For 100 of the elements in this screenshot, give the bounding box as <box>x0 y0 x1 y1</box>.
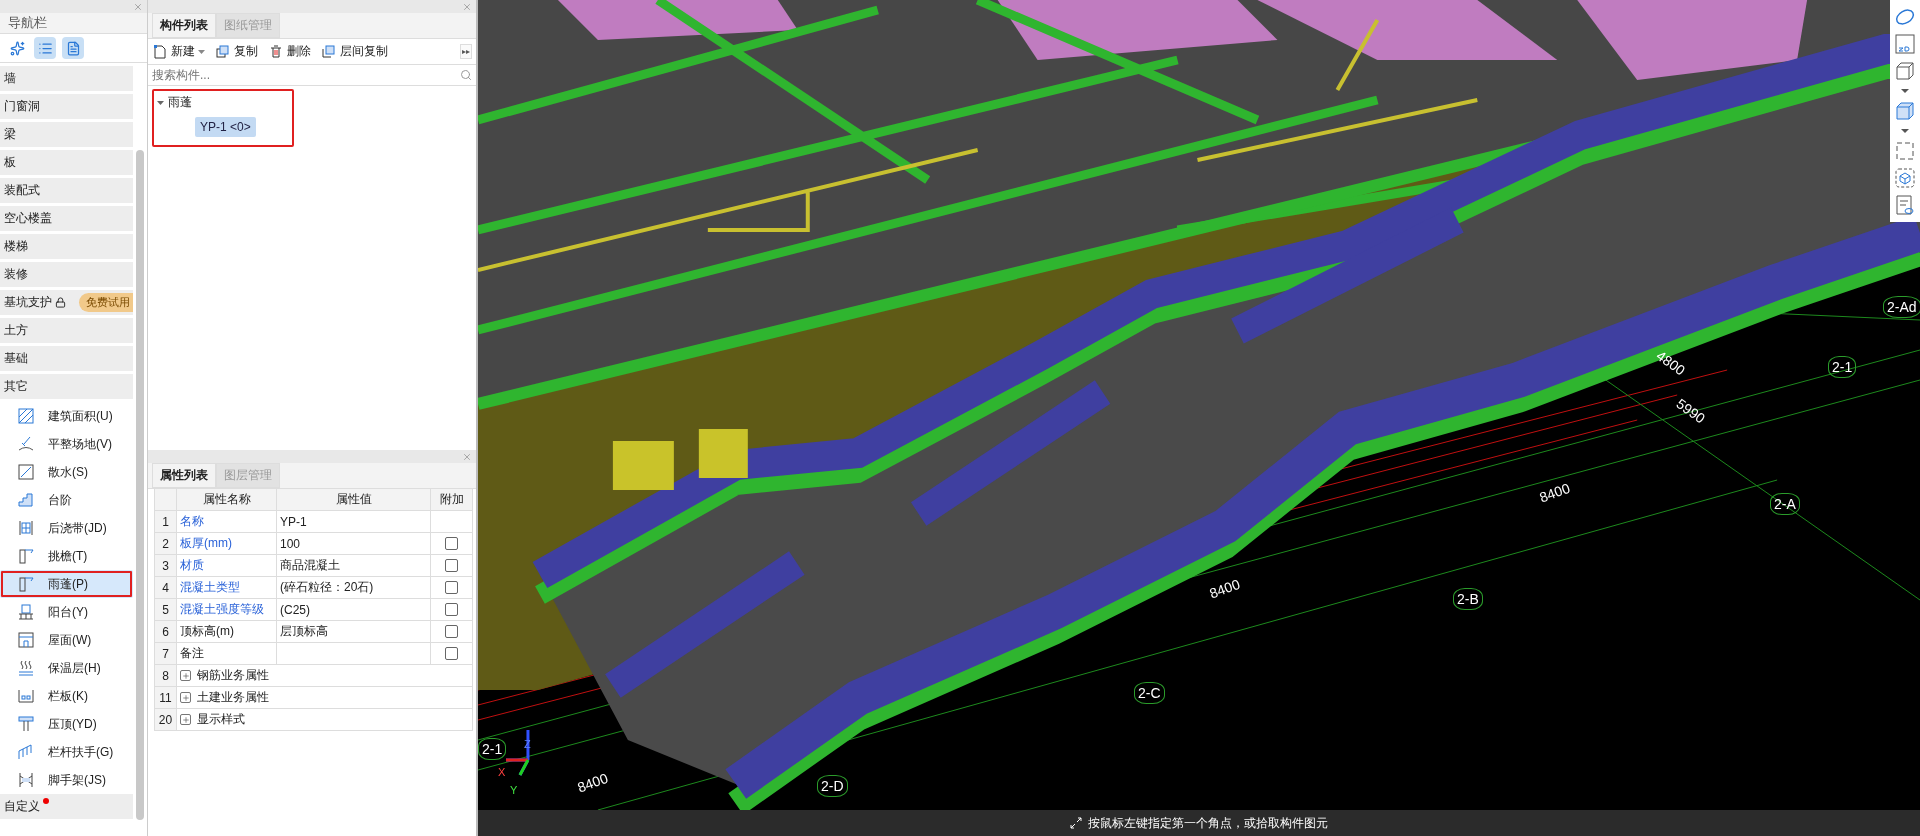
heat-waves-icon <box>16 658 36 678</box>
category-header[interactable]: 空心楼盖 <box>0 206 133 231</box>
status-text: 按鼠标左键指定第一个角点，或拾取构件图元 <box>1088 814 1328 832</box>
cube-icon <box>1894 100 1916 122</box>
category-label: 楼梯 <box>4 238 28 255</box>
trial-badge[interactable]: 免费试用 <box>79 293 133 312</box>
balcony-icon <box>16 602 36 622</box>
property-value[interactable]: (C25) <box>277 599 431 621</box>
category-label: 其它 <box>4 378 28 395</box>
list-icon <box>37 40 53 56</box>
toolbar-button[interactable]: 层间复制 <box>321 43 388 60</box>
storefront-icon <box>16 630 36 650</box>
column-header: 属性值 <box>277 489 431 511</box>
category-label: 板 <box>4 154 16 171</box>
axis-label: 2-D <box>817 775 848 797</box>
property-group[interactable]: 显示样式 <box>177 709 473 731</box>
category-header[interactable]: 板 <box>0 150 133 175</box>
property-value[interactable]: (碎石粒径：20石) <box>277 577 431 599</box>
scrollbar[interactable] <box>136 150 144 820</box>
row-number: 11 <box>155 687 177 709</box>
nav-item[interactable]: 阳台(Y) <box>0 598 133 626</box>
panel-tab[interactable]: 属性列表 <box>152 463 216 488</box>
property-group[interactable]: 钢筋业务属性 <box>177 665 473 687</box>
expand-icon[interactable] <box>180 714 191 725</box>
toolbar-button[interactable]: 删除 <box>268 43 311 60</box>
nav-item[interactable]: 保温层(H) <box>0 654 133 682</box>
axis-label: 2-C <box>1134 682 1165 704</box>
dimension-label: 8400 <box>575 769 610 796</box>
nav-item[interactable]: 雨蓬(P) <box>0 570 133 598</box>
column-header: 附加 <box>431 489 473 511</box>
tree-node[interactable]: 雨蓬 <box>157 94 292 111</box>
nav-item[interactable]: 压顶(YD) <box>0 710 133 738</box>
panel-tab[interactable]: 构件列表 <box>152 13 216 38</box>
category-header[interactable]: 门窗洞 <box>0 94 133 119</box>
checkbox[interactable] <box>445 559 458 572</box>
form-button[interactable] <box>62 37 84 59</box>
nav-item[interactable]: 散水(S) <box>0 458 133 486</box>
checkbox[interactable] <box>445 647 458 660</box>
nav-item[interactable]: 建筑面积(U) <box>0 402 133 430</box>
coping-icon <box>16 714 36 734</box>
nav-item[interactable]: 后浇带(JD) <box>0 514 133 542</box>
search-field[interactable]: 搜索构件... <box>152 68 460 82</box>
property-name: 混凝土类型 <box>177 577 277 599</box>
checkbox[interactable] <box>445 625 458 638</box>
category-header[interactable]: 楼梯 <box>0 234 133 259</box>
property-name: 备注 <box>177 643 277 665</box>
category-header[interactable]: 其它 <box>0 374 133 399</box>
nav-item[interactable]: 脚手架(JS) <box>0 766 133 794</box>
dashed-cube-icon <box>1894 167 1916 189</box>
category-label: 自定义 <box>4 798 40 815</box>
hatched-square-icon <box>16 406 36 426</box>
caret-icon <box>1901 127 1909 135</box>
nav-item[interactable]: 平整场地(V) <box>0 430 133 458</box>
canopy-icon <box>16 574 36 594</box>
property-group[interactable]: 土建业务属性 <box>177 687 473 709</box>
category-label: 基础 <box>4 350 28 367</box>
checkbox[interactable] <box>445 603 458 616</box>
nav-item[interactable]: 挑檐(T) <box>0 542 133 570</box>
category-header[interactable]: 梁 <box>0 122 133 147</box>
square-diagonal-icon <box>16 462 36 482</box>
category-header[interactable]: 自定义 <box>0 794 133 819</box>
list-button[interactable] <box>34 37 56 59</box>
property-value[interactable]: 层顶标高 <box>277 621 431 643</box>
property-value[interactable]: 商品混凝土 <box>277 555 431 577</box>
property-value[interactable]: 100 <box>277 533 431 555</box>
property-name: 混凝土强度等级 <box>177 599 277 621</box>
checkbox[interactable] <box>445 581 458 594</box>
category-header[interactable]: 装配式 <box>0 178 133 203</box>
grid-panel-icon <box>16 518 36 538</box>
axis-letter: Y <box>510 784 518 796</box>
new-file-icon <box>152 43 168 60</box>
row-number: 7 <box>155 643 177 665</box>
form-icon <box>65 40 81 56</box>
copy-icon <box>215 43 231 60</box>
nav-item[interactable]: 屋面(W) <box>0 626 133 654</box>
category-header[interactable]: 土方 <box>0 318 133 343</box>
row-number: 6 <box>155 621 177 643</box>
toolbar-button[interactable]: 复制 <box>215 43 258 60</box>
checkbox[interactable] <box>445 537 458 550</box>
category-header[interactable]: 基础 <box>0 346 133 371</box>
more-button[interactable]: ▸▸ <box>460 44 472 59</box>
axis-letter: X <box>498 766 506 778</box>
axis-label: 2-1 <box>1828 356 1857 378</box>
category-header[interactable]: 装修 <box>0 262 133 287</box>
copy-layers-icon <box>321 43 337 60</box>
nav-item[interactable]: 栏板(K) <box>0 682 133 710</box>
property-value[interactable]: YP-1 <box>277 511 431 533</box>
expand-icon[interactable] <box>180 692 191 703</box>
property-name: 顶标高(m) <box>177 621 277 643</box>
tree-item[interactable]: YP-1 <0> <box>195 117 256 137</box>
nav-item[interactable]: 台阶 <box>0 486 133 514</box>
property-name: 材质 <box>177 555 277 577</box>
nav-item[interactable]: 栏杆扶手(G) <box>0 738 133 766</box>
toolbar-button[interactable]: 新建 <box>152 43 205 60</box>
category-header[interactable]: 基坑支护 免费试用 <box>0 290 133 315</box>
caret-icon <box>1901 87 1909 95</box>
row-number: 2 <box>155 533 177 555</box>
orbit-icon <box>1894 6 1916 28</box>
expand-icon[interactable] <box>180 670 191 681</box>
category-header[interactable]: 墙 <box>0 66 133 91</box>
